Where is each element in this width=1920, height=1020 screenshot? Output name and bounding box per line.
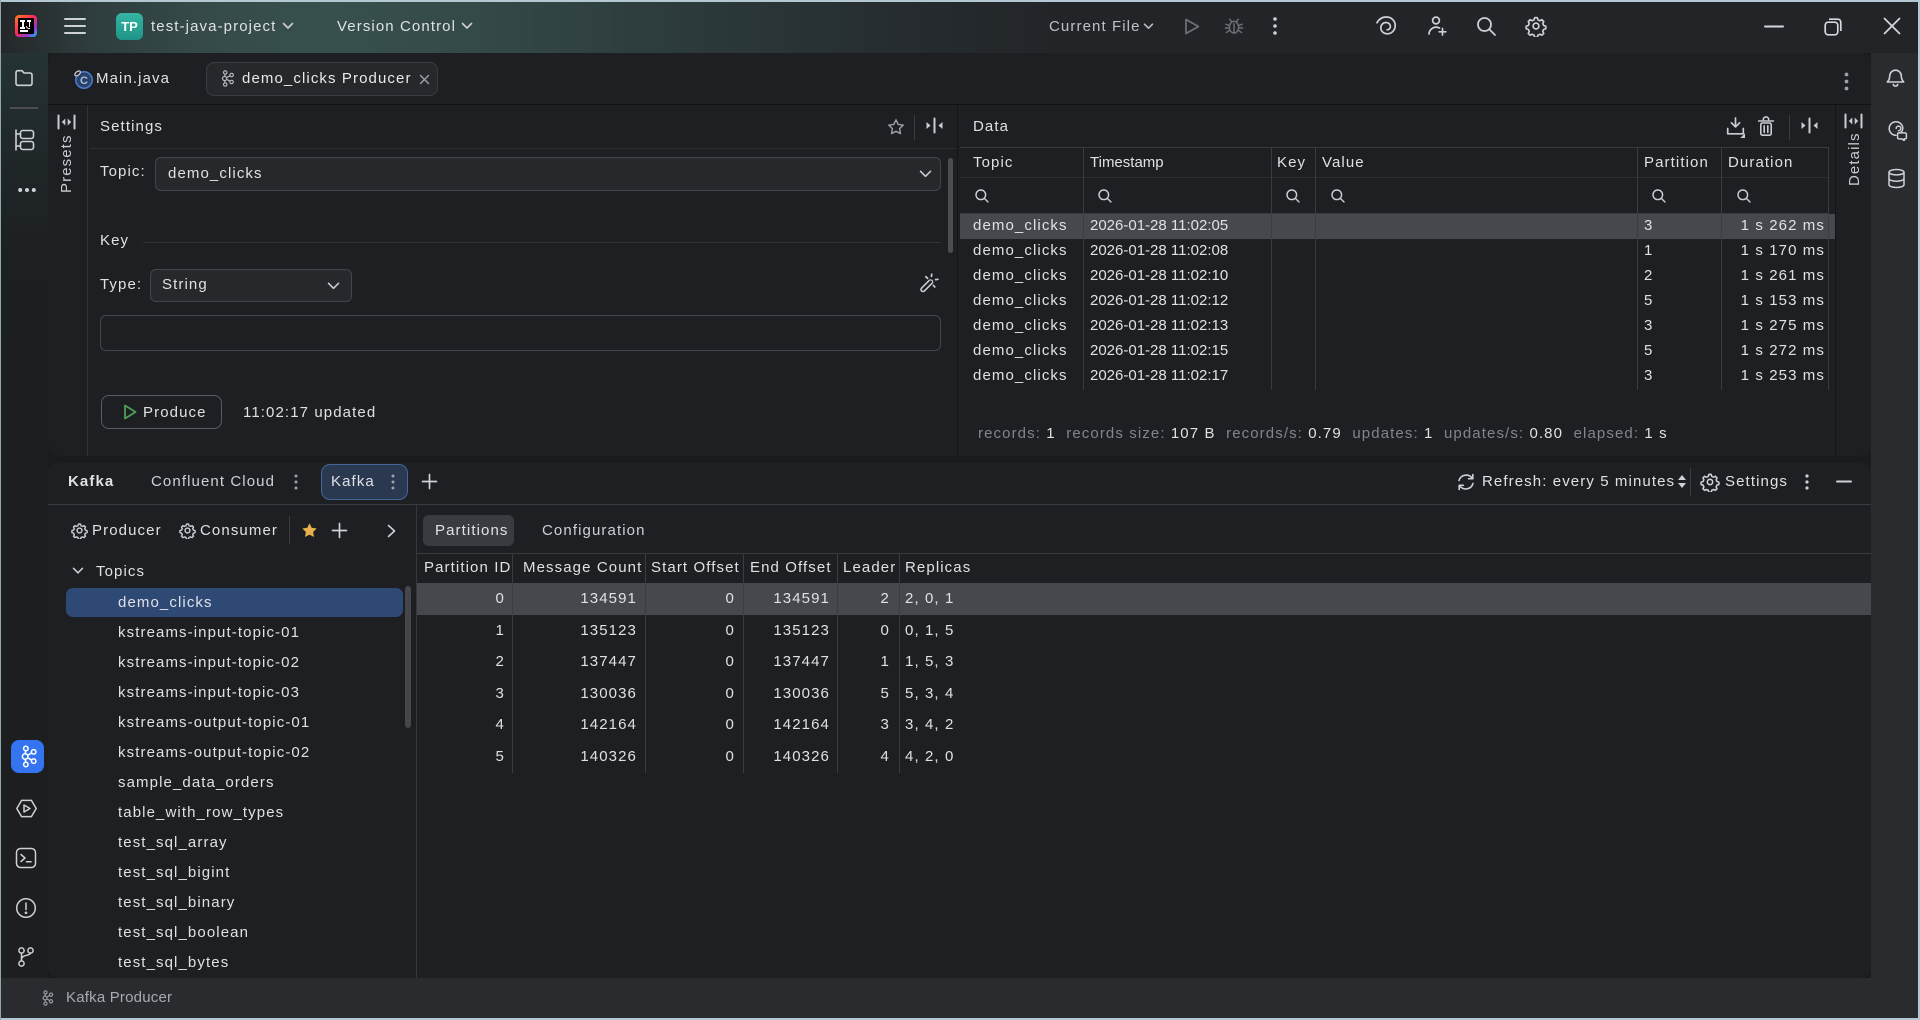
svg-text:C: C bbox=[80, 75, 88, 87]
